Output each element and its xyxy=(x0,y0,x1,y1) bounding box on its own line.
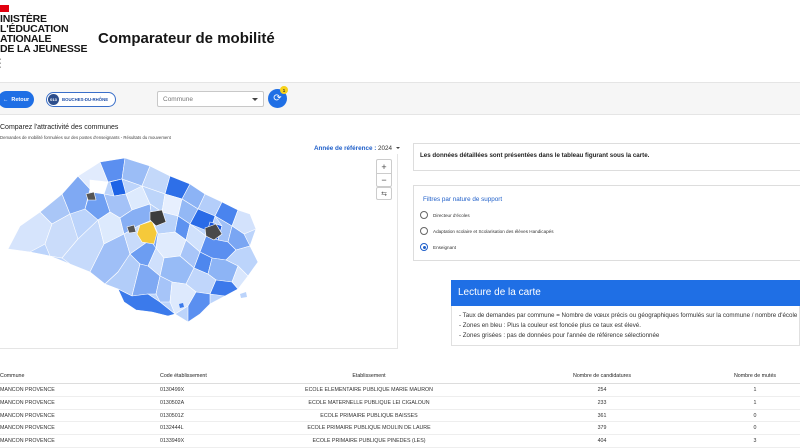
cell-candidatures: 379 xyxy=(597,425,607,432)
year-selector[interactable]: Année de référence : 2024 xyxy=(314,145,400,152)
department-label: BOUCHES-DU-RHÔNE xyxy=(62,97,109,102)
cell-commune: MANCON PROVENCE xyxy=(0,412,55,419)
filter-radio-enseignant[interactable]: Enseignant xyxy=(420,243,456,251)
department-code: 013 xyxy=(48,94,59,105)
zoom-in-button[interactable]: + xyxy=(377,160,391,173)
island-shape xyxy=(240,292,247,298)
commune-select-placeholder: Commune xyxy=(163,96,193,103)
map-reading-title: Lecture de la carte xyxy=(451,280,800,306)
chevron-down-icon xyxy=(252,98,258,101)
map-reading-line: - Taux de demandes par commune = Nombre … xyxy=(459,312,798,319)
column-header[interactable]: Commune xyxy=(0,373,24,379)
cell-candidatures: 254 xyxy=(597,387,607,393)
cell-candidatures: 404 xyxy=(597,438,607,445)
map-reading-body: - Taux de demandes par commune = Nombre … xyxy=(451,306,800,346)
cell-code: 0130501Z xyxy=(160,412,184,419)
cell-commune: MANCON PROVENCE xyxy=(0,399,55,406)
cell-code: 0132444L xyxy=(160,425,184,432)
chevron-down-icon xyxy=(395,147,400,150)
filter-label: Directeur d'écoles xyxy=(433,212,470,218)
cell-etablissement: ECOLE MATERNELLE PUBLIQUE LEI CIGALOUN xyxy=(308,399,430,406)
table-row: MANCON PROVENCE 0133949X ECOLE PRIMAIRE … xyxy=(0,435,800,448)
table-row: MANCON PROVENCE 0130501Z ECOLE PRIMAIRE … xyxy=(0,410,800,423)
results-table: Commune Code établissement Etablissement… xyxy=(0,370,800,448)
cell-mutes: 3 xyxy=(753,438,757,445)
commune-select[interactable]: Commune xyxy=(157,91,264,107)
arrow-left-icon: ← xyxy=(2,96,9,103)
cell-code: 0133949X xyxy=(160,438,185,445)
cell-code: 0130499X xyxy=(160,387,185,393)
refresh-icon: ⟳ xyxy=(273,93,282,104)
map-reading-line: - Zones grisées : pas de données pour l'… xyxy=(459,332,660,339)
table-row: MANCON PROVENCE 0132444L ECOLE PRIMAIRE … xyxy=(0,422,800,436)
filter-radio-ash[interactable]: Adaptation scolaire et Scolarisation des… xyxy=(420,227,554,235)
cell-mutes: 1 xyxy=(753,399,757,406)
back-button[interactable]: ← Retour xyxy=(0,91,34,108)
table-header-row: Commune Code établissement Etablissement… xyxy=(0,370,800,384)
back-button-label: Retour xyxy=(11,96,30,103)
logo-motto-mark: ▪ ▪ ▪ xyxy=(0,57,2,69)
cell-candidatures: 361 xyxy=(597,412,607,419)
table-row: MANCON PROVENCE 0130499X ECOLE ELEMENTAI… xyxy=(0,384,800,397)
header: INISTÈRE L'ÉDUCATION ATIONALE DE LA JEUN… xyxy=(0,0,800,82)
column-header[interactable]: Nombre de mutés xyxy=(734,373,776,379)
page-title: Comparateur de mobilité xyxy=(98,30,275,47)
commune-map[interactable] xyxy=(0,154,398,349)
filters-title: Filtres par nature de support xyxy=(423,196,503,203)
layers-icon: ⇆ xyxy=(381,190,387,198)
republic-flag-icon xyxy=(0,5,9,12)
cell-code: 0130502A xyxy=(160,399,185,406)
cell-commune: MANCON PROVENCE xyxy=(0,387,55,393)
column-header[interactable]: Etablissement xyxy=(352,373,385,379)
map-reading-line: - Zones en bleu : Plus la couleur est fo… xyxy=(459,322,641,329)
department-chip[interactable]: 013 BOUCHES-DU-RHÔNE xyxy=(46,92,116,107)
map-section-subtitle: Demandes de mobilité formulées sur des p… xyxy=(0,135,171,140)
cell-candidatures: 233 xyxy=(597,399,607,406)
cell-commune: MANCON PROVENCE xyxy=(0,425,55,432)
cell-mutes: 1 xyxy=(753,387,757,393)
filter-radio-directeur[interactable]: Directeur d'écoles xyxy=(420,211,470,219)
layers-button[interactable]: ⇆ xyxy=(376,187,392,200)
year-label: Année de référence : xyxy=(314,145,377,152)
cell-etablissement: ECOLE PRIMAIRE PUBLIQUE BAISSES xyxy=(320,412,418,419)
table-row: MANCON PROVENCE 0130502A ECOLE MATERNELL… xyxy=(0,397,800,410)
zoom-out-button[interactable]: − xyxy=(377,173,391,186)
map-section-title: Comparez l'attractivité des communes xyxy=(0,124,119,131)
radio-icon xyxy=(420,211,428,219)
radio-checked-icon xyxy=(420,243,428,251)
cell-mutes: 0 xyxy=(753,412,757,419)
cell-commune: MANCON PROVENCE xyxy=(0,438,55,445)
filter-label: Adaptation scolaire et Scolarisation des… xyxy=(433,228,554,234)
info-box: Les données détaillées sont présentées d… xyxy=(413,143,800,171)
logo-line: DE LA JEUNESSE xyxy=(0,43,88,55)
refresh-badge: 1 xyxy=(280,86,288,94)
cell-etablissement: ECOLE PRIMAIRE PUBLIQUE PINEDES (LES) xyxy=(312,438,426,445)
cell-etablissement: ECOLE ELEMENTAIRE PUBLIQUE MARIE MAURON xyxy=(305,387,433,393)
year-value: 2024 xyxy=(378,145,393,152)
column-header[interactable]: Nombre de candidatures xyxy=(573,373,631,379)
cell-etablissement: ECOLE PRIMAIRE PUBLIQUE MOULIN DE LAURE xyxy=(307,425,431,432)
radio-icon xyxy=(420,227,428,235)
toolbar: ← Retour 013 BOUCHES-DU-RHÔNE Commune ⟳ … xyxy=(0,82,800,115)
cell-mutes: 0 xyxy=(753,425,757,432)
zoom-control: + − xyxy=(376,159,392,187)
filter-label: Enseignant xyxy=(433,244,456,250)
column-header[interactable]: Code établissement xyxy=(160,373,207,379)
filters-panel: Filtres par nature de support Directeur … xyxy=(413,185,800,261)
map-svg xyxy=(7,157,259,323)
ministry-logo: INISTÈRE L'ÉDUCATION ATIONALE DE LA JEUN… xyxy=(0,5,88,69)
